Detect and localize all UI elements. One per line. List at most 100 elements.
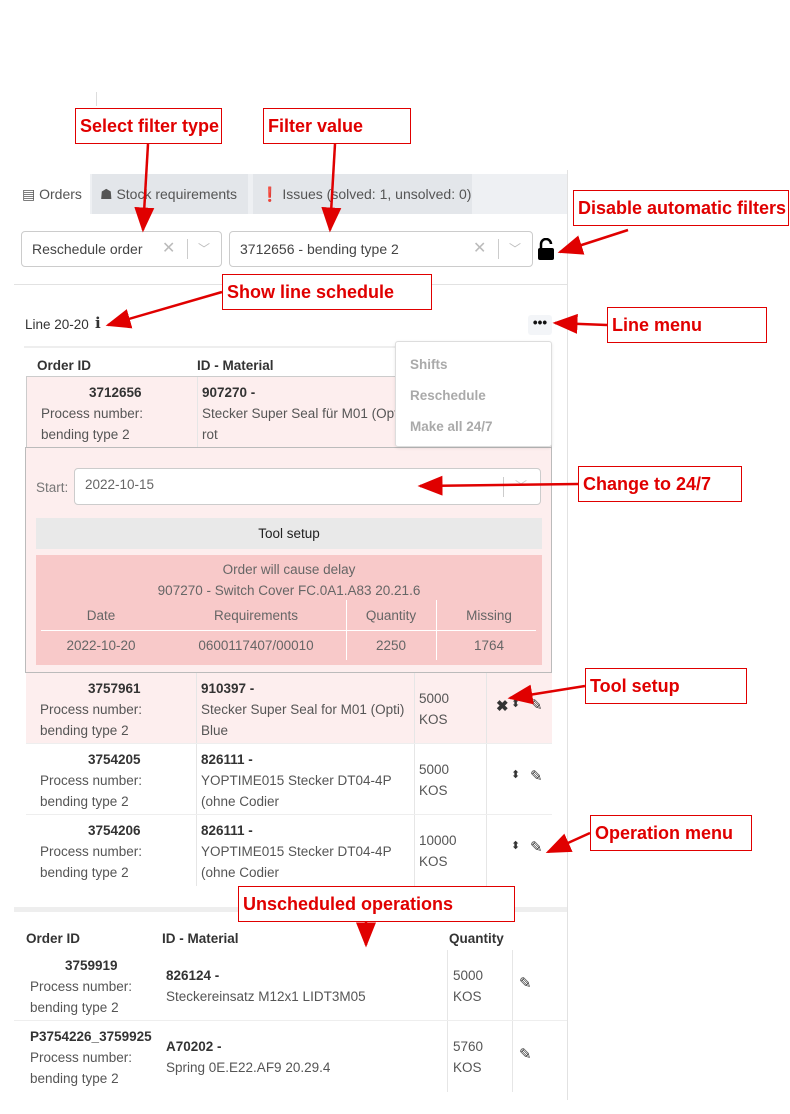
process-label: Process number: bbox=[30, 1050, 133, 1065]
edit-icon[interactable]: ✎ bbox=[519, 1045, 532, 1063]
material-id: A70202 - bbox=[166, 1039, 222, 1054]
process-value: bending type 2 bbox=[30, 1000, 119, 1015]
divider bbox=[187, 239, 188, 259]
edit-icon[interactable]: ✎ bbox=[530, 767, 543, 785]
order-id: 3757961 bbox=[88, 681, 141, 696]
delay-title: Order will cause delay bbox=[222, 562, 356, 577]
material-name: (ohne Codier bbox=[201, 865, 280, 880]
sort-icon[interactable]: ⬍ bbox=[511, 768, 520, 781]
order-id: 3754206 bbox=[88, 823, 141, 838]
tab-stock-requirements[interactable]: ☗ Stock requirements bbox=[92, 174, 248, 214]
material-name: YOPTIME015 Stecker DT04-4P bbox=[201, 844, 392, 859]
ellipsis-icon: ••• bbox=[532, 315, 548, 330]
unlock-icon[interactable] bbox=[537, 238, 555, 261]
annotation-line-schedule: Show line schedule bbox=[222, 274, 432, 310]
delay-material: 907270 - Switch Cover FC.0A1.A83 20.21.6 bbox=[157, 583, 421, 598]
process-value: bending type 2 bbox=[41, 427, 130, 442]
divider bbox=[96, 92, 97, 106]
panel-border bbox=[567, 170, 568, 1100]
material-name: YOPTIME015 Stecker DT04-4P bbox=[201, 773, 392, 788]
divider bbox=[498, 239, 499, 259]
menu-item-reschedule[interactable]: Reschedule bbox=[410, 388, 486, 403]
column-header: Order ID bbox=[37, 358, 92, 373]
annotation-unscheduled: Unscheduled operations bbox=[238, 886, 515, 922]
process-value: bending type 2 bbox=[40, 794, 129, 809]
annotation-filter-type: Select filter type bbox=[75, 108, 222, 144]
process-label: Process number: bbox=[40, 844, 143, 859]
quantity: 5000 bbox=[453, 968, 484, 983]
quantity: 5000 bbox=[419, 691, 450, 706]
material-name: Steckereinsatz M12x1 LIDT3M05 bbox=[166, 989, 366, 1004]
annotation-change-24-7: Change to 24/7 bbox=[578, 466, 742, 502]
delay-cell: 1764 bbox=[473, 638, 505, 653]
material-name: Blue bbox=[201, 723, 229, 738]
line-menu-button[interactable]: ••• bbox=[528, 315, 552, 335]
chevron-down-icon[interactable]: ﹀ bbox=[198, 232, 210, 266]
delay-header: Quantity bbox=[365, 608, 417, 623]
material-id: 910397 - bbox=[201, 681, 255, 696]
edit-icon[interactable]: ✎ bbox=[530, 838, 543, 856]
material-id: 826111 - bbox=[201, 823, 253, 838]
edit-icon[interactable]: ✎ bbox=[530, 696, 543, 714]
line-title: Line 20-20 bbox=[25, 317, 89, 332]
tab-orders[interactable]: ▤ Orders bbox=[14, 174, 90, 214]
unit: KOS bbox=[453, 989, 482, 1004]
unit: KOS bbox=[453, 1060, 482, 1075]
delay-warning: Order will cause delay 907270 - Switch C… bbox=[36, 555, 542, 665]
tools-icon[interactable]: ✖ bbox=[496, 697, 509, 715]
material-id: 907270 - bbox=[202, 385, 256, 400]
column-header: Quantity bbox=[449, 931, 504, 946]
delay-header: Date bbox=[86, 608, 116, 623]
clear-icon[interactable]: ✕ bbox=[473, 232, 486, 266]
annotation-disable-filters: Disable automatic filters bbox=[573, 190, 789, 226]
annotation-tool-setup: Tool setup bbox=[585, 668, 747, 704]
process-value: bending type 2 bbox=[40, 723, 129, 738]
chevron-down-icon[interactable]: ﹀ bbox=[509, 232, 521, 266]
material-name: Spring 0E.E22.AF9 20.29.4 bbox=[166, 1060, 331, 1075]
order-id: 3759919 bbox=[65, 958, 118, 973]
edit-icon[interactable]: ✎ bbox=[519, 974, 532, 992]
unit: KOS bbox=[419, 712, 448, 727]
filter-type-select[interactable]: Reschedule order ✕ ﹀ bbox=[21, 231, 222, 267]
tool-setup-button[interactable]: Tool setup bbox=[36, 518, 542, 549]
material-name: Stecker Super Seal für M01 (Opti bbox=[202, 406, 401, 421]
table-row[interactable]: 3754206 Process number: bending type 2 8… bbox=[26, 815, 552, 886]
column-header: Order ID bbox=[26, 931, 81, 946]
material-name: rot bbox=[202, 427, 218, 442]
cubes-icon: ☗ bbox=[100, 186, 113, 202]
column-header: ID - Material bbox=[197, 358, 274, 373]
delay-header: Missing bbox=[466, 608, 512, 623]
material-name: Stecker Super Seal for M01 (Opti) bbox=[201, 702, 405, 717]
order-details-panel: Start: 2022-10-15 ﹀ Tool setup Order will… bbox=[25, 447, 552, 673]
table-row[interactable]: 3757961 Process number: bending type 2 9… bbox=[26, 673, 552, 744]
material-name: (ohne Codier bbox=[201, 794, 280, 809]
menu-item-make-all-24-7[interactable]: Make all 24/7 bbox=[410, 419, 493, 434]
annotation-filter-value: Filter value bbox=[263, 108, 411, 144]
unscheduled-row[interactable]: P3754226_3759925 Process number: bending… bbox=[14, 1021, 567, 1092]
tab-issues[interactable]: ❗ Issues (solved: 1, unsolved: 0) bbox=[253, 174, 472, 214]
filter-value-select[interactable]: 3712656 - bending type 2 ✕ ﹀ bbox=[229, 231, 533, 267]
sort-icon[interactable]: ⬍ bbox=[511, 839, 520, 852]
material-id: 826124 - bbox=[166, 968, 220, 983]
chevron-down-icon[interactable]: ﹀ bbox=[515, 477, 527, 494]
order-id: P3754226_3759925 bbox=[30, 1029, 152, 1044]
clear-icon[interactable]: ✕ bbox=[162, 232, 175, 266]
process-label: Process number: bbox=[40, 773, 143, 788]
quantity: 5760 bbox=[453, 1039, 484, 1054]
annotation-line-menu: Line menu bbox=[607, 307, 767, 343]
start-label: Start: bbox=[36, 480, 69, 495]
tab-bar: ▤ Orders ☗ Stock requirements ❗ Issues (… bbox=[14, 174, 567, 214]
process-value: bending type 2 bbox=[30, 1071, 119, 1086]
file-icon: ▤ bbox=[22, 186, 36, 202]
annotation-operation-menu: Operation menu bbox=[590, 815, 752, 851]
process-label: Process number: bbox=[30, 979, 133, 994]
unscheduled-row[interactable]: 3759919 Process number: bending type 2 8… bbox=[14, 950, 567, 1021]
delay-cell: 2250 bbox=[375, 638, 407, 653]
column-header: ID - Material bbox=[162, 931, 239, 946]
start-date-select[interactable]: 2022-10-15 ﹀ bbox=[74, 468, 541, 505]
menu-item-shifts[interactable]: Shifts bbox=[410, 357, 448, 372]
info-icon[interactable]: i bbox=[95, 314, 101, 332]
sort-icon[interactable]: ⬍ bbox=[511, 697, 520, 710]
table-row[interactable]: 3754205 Process number: bending type 2 8… bbox=[26, 744, 552, 815]
order-id: 3712656 bbox=[89, 385, 142, 400]
